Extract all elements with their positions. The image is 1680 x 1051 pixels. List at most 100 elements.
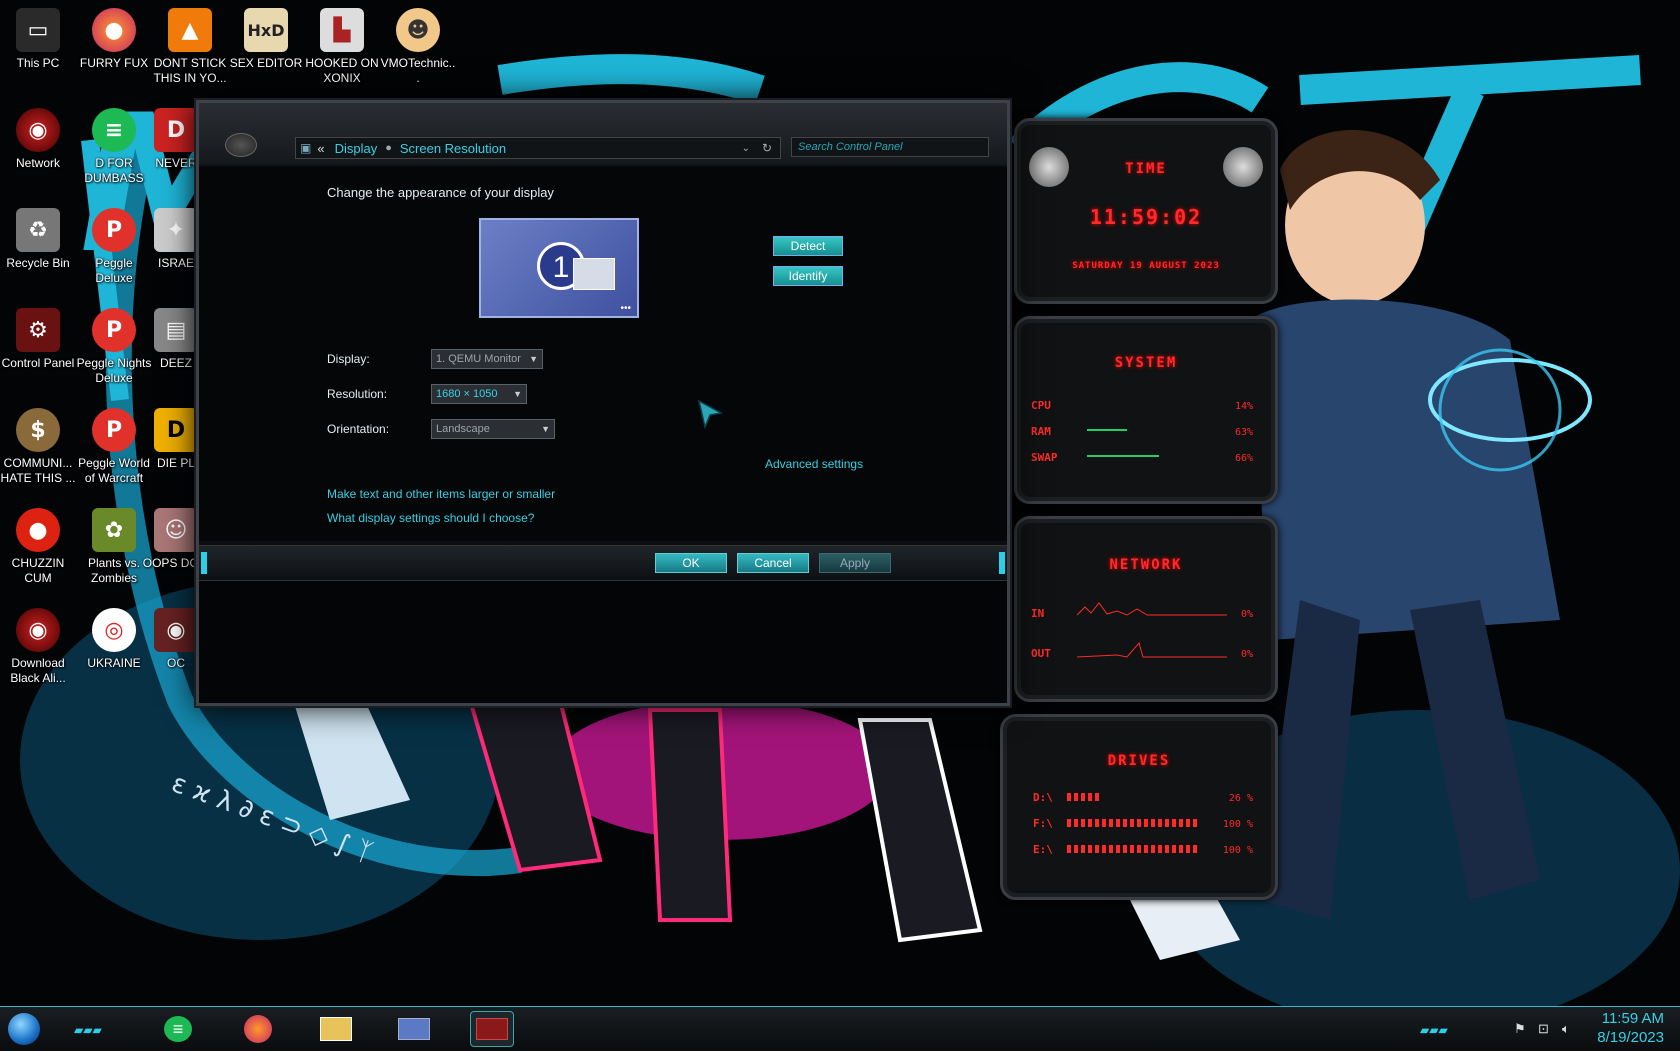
taskbar-explorer-app[interactable] (314, 1011, 358, 1047)
text-size-link[interactable]: Make text and other items larger or smal… (327, 487, 555, 501)
taskbar-display-settings-app[interactable] (470, 1011, 514, 1047)
desktop-icon-this-pc[interactable]: ▭ This PC (0, 8, 76, 71)
search-input[interactable]: Search Control Panel (791, 137, 989, 157)
identify-button[interactable]: Identify (773, 266, 843, 286)
taskbar-accent-icon: ▰▰▰ (74, 1023, 102, 1037)
clock-date: 8/19/2023 (1597, 1029, 1664, 1046)
desktop-icon-sex-editor[interactable]: HxD SEX EDITOR (228, 8, 304, 71)
monitor-icon: ▣ (300, 141, 312, 155)
drives-gadget[interactable]: DRIVES D:\ 26 % F:\ 100 % E:\ 100 % (1000, 714, 1278, 900)
time-gadget[interactable]: TIME 11:59:02 SATURDAY 19 AUGUST 2023 (1014, 118, 1278, 304)
ram-bar (1087, 429, 1127, 431)
desktop-icon-download-black-alien[interactable]: ◉ Download Black Ali... (0, 608, 76, 686)
drive-d-label: D:\ (1033, 791, 1053, 804)
resolution-select[interactable]: 1680 × 1050 ▼ (431, 384, 527, 404)
resolution-label: Resolution: (327, 387, 388, 401)
refresh-icon[interactable]: ↻ (762, 141, 772, 155)
peggle-icon: P (92, 408, 136, 452)
drive-f-value: 100 % (1222, 819, 1253, 830)
desktop-icon-furry-fux[interactable]: ● FURRY FUX (76, 8, 152, 71)
breadcrumb-display[interactable]: Display (335, 141, 378, 156)
chevron-down-icon[interactable]: ⌄ (742, 143, 750, 154)
taskbar-control-panel-app[interactable] (392, 1011, 436, 1047)
taskbar-accent-right-icon: ▰▰▰ (1420, 1023, 1448, 1037)
app-icon: D (154, 108, 198, 152)
window-lower-area (199, 581, 1007, 703)
alien-icon: ◉ (16, 608, 60, 652)
taskbar-clock[interactable]: 11:59 AM 8/19/2023 (1597, 1009, 1664, 1047)
file-explorer-icon (320, 1017, 352, 1041)
taskbar-notes-app[interactable]: ≡ (156, 1011, 200, 1047)
address-bar[interactable]: ▣ « Display ● Screen Resolution ⌄ ↻ (295, 137, 781, 159)
flag-icon[interactable]: ⚑ (1514, 1021, 1526, 1037)
display-select-value: 1. QEMU Monitor (436, 353, 521, 365)
desktop-icon-recycle-bin[interactable]: ♻ Recycle Bin (0, 208, 76, 271)
cancel-button[interactable]: Cancel (737, 553, 809, 573)
ram-value: 63% (1234, 427, 1253, 438)
drive-f-label: F:\ (1033, 817, 1053, 830)
swap-value: 66% (1234, 453, 1253, 464)
doctor-icon: ☻ (396, 8, 440, 52)
desktop-icon-vmotechnic[interactable]: ☻ VMOTechnic... (380, 8, 456, 86)
apply-button[interactable]: Apply (819, 553, 891, 573)
time-gadget-clock: 11:59:02 (1089, 205, 1203, 229)
back-button[interactable] (225, 133, 257, 157)
mouse-cursor-icon (697, 399, 723, 429)
window-titlebar: ▣ « Display ● Screen Resolution ⌄ ↻ Sear… (199, 103, 1007, 165)
breadcrumb-screen-resolution[interactable]: Screen Resolution (400, 141, 506, 156)
lifebuoy-icon: ◎ (92, 608, 136, 652)
advanced-settings-link[interactable]: Advanced settings (765, 457, 863, 471)
system-gadget[interactable]: SYSTEM CPU 14% RAM 63% SWAP 66% (1014, 316, 1278, 504)
right-accent (999, 552, 1005, 574)
firefox-icon: ● (92, 8, 136, 52)
drive-e-bar (1067, 845, 1197, 853)
desktop-icon-control-panel[interactable]: ⚙ Control Panel (0, 308, 76, 371)
spotify-like-icon: ≡ (92, 108, 136, 152)
peggle-icon: P (92, 208, 136, 252)
drive-e-value: 100 % (1222, 845, 1253, 856)
display-select[interactable]: 1. QEMU Monitor ▼ (431, 349, 543, 369)
cpu-value: 14% (1234, 401, 1253, 412)
orientation-select[interactable]: Landscape ▼ (431, 419, 555, 439)
taskbar-firefox-app[interactable] (236, 1011, 280, 1047)
breadcrumb-back[interactable]: « (317, 141, 324, 156)
desktop-icon-hooked-on-xonix[interactable]: ▙ HOOKED ON XONIX (304, 8, 380, 86)
dropdown-arrow-icon: ▼ (513, 389, 522, 399)
network-gadget[interactable]: NETWORK IN 0% OUT 0% (1014, 516, 1278, 702)
desktop-icon-dont-stick[interactable]: ▲ DONT STICK THIS IN YO... (152, 8, 228, 86)
desktop-icon-network[interactable]: ◉ Network (0, 108, 76, 171)
game-icon: ▙ (320, 8, 364, 52)
more-icon: ••• (620, 303, 631, 314)
start-button[interactable] (8, 1013, 40, 1045)
breadcrumb-separator-icon: ● (385, 142, 392, 154)
volume-icon[interactable]: 🔈︎ (1562, 1021, 1570, 1037)
detect-button[interactable]: Detect (773, 236, 843, 256)
net-out-label: OUT (1031, 647, 1051, 660)
monitor-preview[interactable]: 1 ••• (479, 218, 639, 318)
pvz-icon: ✿ (92, 508, 136, 552)
dropdown-arrow-icon: ▼ (529, 354, 538, 364)
desktop-icon-chuzzin-cum[interactable]: ● CHUZZIN CUM (0, 508, 76, 586)
network-gadget-title: NETWORK (1109, 557, 1183, 573)
display-help-link[interactable]: What display settings should I choose? (327, 511, 534, 525)
desktop-icon-communi[interactable]: $ COMMUNI... HATE THIS ... (0, 408, 76, 486)
display-settings-icon (476, 1018, 508, 1040)
grid-icon (573, 258, 615, 290)
hxd-icon: HxD (244, 8, 288, 52)
window-content: Change the appearance of your display 1 … (199, 167, 1007, 541)
chuzzle-icon: ● (16, 508, 60, 552)
moneybag-icon: $ (16, 408, 60, 452)
cpu-label: CPU (1031, 399, 1051, 412)
drive-d-value: 26 % (1228, 793, 1253, 804)
recycle-bin-icon: ♻ (16, 208, 60, 252)
network-tray-icon[interactable]: ⊡ (1538, 1021, 1549, 1037)
app-icon: D (154, 408, 198, 452)
swap-bar (1087, 455, 1159, 457)
net-in-label: IN (1031, 607, 1045, 620)
ok-button[interactable]: OK (655, 553, 727, 573)
notes-icon: ≡ (164, 1016, 192, 1042)
drive-d-bar (1067, 793, 1101, 801)
vlc-icon: ▲ (168, 8, 212, 52)
firefox-icon (244, 1015, 272, 1043)
time-gadget-date: SATURDAY 19 AUGUST 2023 (1072, 261, 1220, 271)
